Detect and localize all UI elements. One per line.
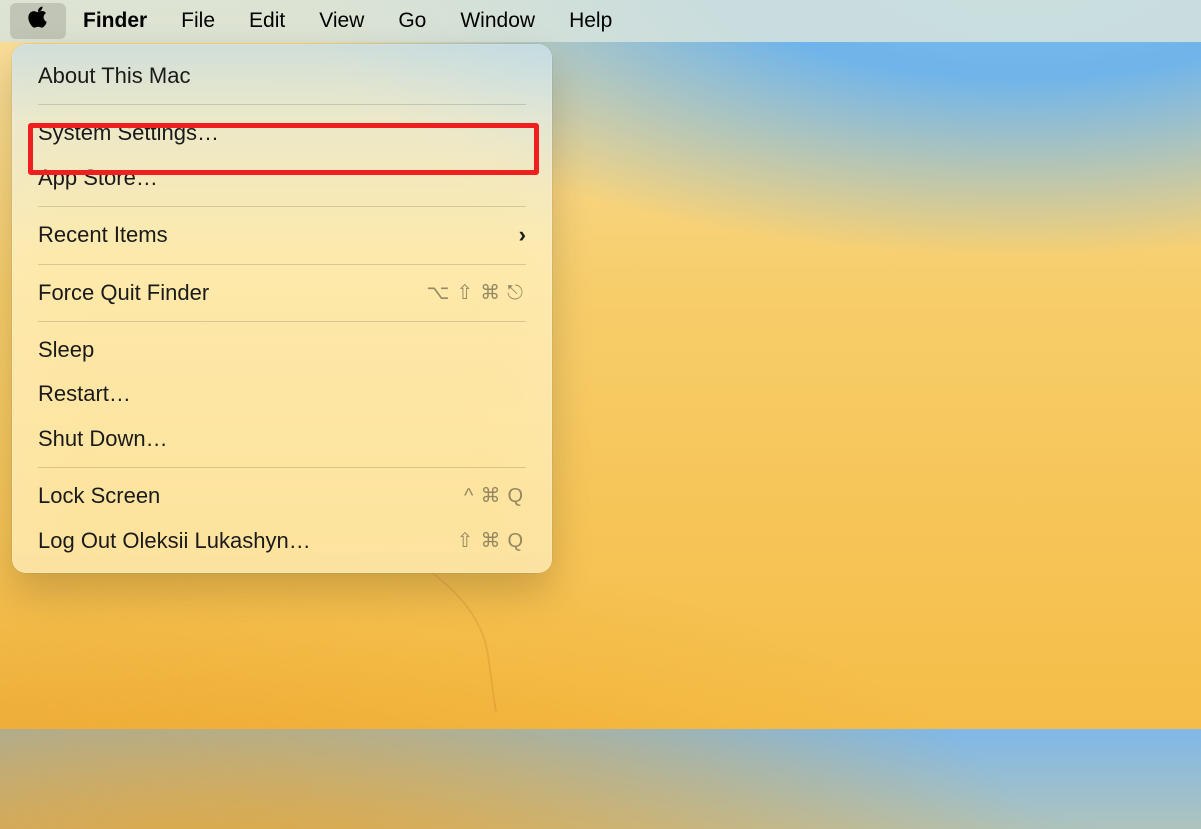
menu-separator xyxy=(38,467,526,468)
apple-logo-icon xyxy=(27,5,49,29)
menu-sleep[interactable]: Sleep xyxy=(12,328,552,372)
menu-about-this-mac[interactable]: About This Mac xyxy=(12,54,552,98)
menu-label: About This Mac xyxy=(38,63,190,89)
menu-shortcut: ^ ⌘ Q xyxy=(464,484,526,508)
menu-shut-down[interactable]: Shut Down… xyxy=(12,417,552,461)
menu-label: Force Quit Finder xyxy=(38,280,209,306)
menu-separator xyxy=(38,104,526,105)
menubar-go[interactable]: Go xyxy=(381,5,443,37)
key-option-icon: ⌥ xyxy=(426,281,452,305)
menubar-app-name[interactable]: Finder xyxy=(66,5,164,37)
key-command-icon: ⌘ xyxy=(480,484,503,508)
menu-force-quit[interactable]: Force Quit Finder ⌥ ⇧ ⌘ ⎋ xyxy=(12,271,552,315)
key-command-icon: ⌘ xyxy=(480,529,503,553)
menu-shortcut: ⌥ ⇧ ⌘ ⎋ xyxy=(426,281,526,305)
key-escape-icon: ⎋ xyxy=(507,281,526,305)
key-q-icon: Q xyxy=(507,529,526,553)
key-control-icon: ^ xyxy=(464,484,476,508)
menubar-file[interactable]: File xyxy=(164,5,232,37)
menu-shortcut: ⇧ ⌘ Q xyxy=(457,529,526,553)
menu-label: Shut Down… xyxy=(38,426,168,452)
menu-label: Log Out Oleksii Lukashyn… xyxy=(38,528,311,554)
menu-separator xyxy=(38,321,526,322)
chevron-right-icon: › xyxy=(519,222,526,248)
menu-label: Sleep xyxy=(38,337,94,363)
menu-label: Restart… xyxy=(38,381,131,407)
menubar-help[interactable]: Help xyxy=(552,5,629,37)
menu-app-store[interactable]: App Store… xyxy=(12,156,552,200)
menu-label: System Settings… xyxy=(38,120,219,146)
menu-system-settings[interactable]: System Settings… xyxy=(12,111,552,155)
menubar-window[interactable]: Window xyxy=(443,5,552,37)
menu-lock-screen[interactable]: Lock Screen ^ ⌘ Q xyxy=(12,474,552,518)
menu-label: Recent Items xyxy=(38,222,168,248)
menu-separator xyxy=(38,264,526,265)
apple-menu-dropdown: About This Mac System Settings… App Stor… xyxy=(12,44,552,573)
key-shift-icon: ⇧ xyxy=(456,281,476,305)
menubar-view[interactable]: View xyxy=(302,5,381,37)
key-q-icon: Q xyxy=(507,484,526,508)
menu-recent-items[interactable]: Recent Items › xyxy=(12,213,552,257)
menu-label: App Store… xyxy=(38,165,158,191)
apple-menu-button[interactable] xyxy=(10,3,66,39)
menubar-edit[interactable]: Edit xyxy=(232,5,302,37)
menu-restart[interactable]: Restart… xyxy=(12,372,552,416)
key-shift-icon: ⇧ xyxy=(457,529,477,553)
menu-separator xyxy=(38,206,526,207)
menu-label: Lock Screen xyxy=(38,483,160,509)
menu-log-out[interactable]: Log Out Oleksii Lukashyn… ⇧ ⌘ Q xyxy=(12,519,552,563)
menu-bar: Finder File Edit View Go Window Help xyxy=(0,0,1201,42)
key-command-icon: ⌘ xyxy=(480,281,503,305)
